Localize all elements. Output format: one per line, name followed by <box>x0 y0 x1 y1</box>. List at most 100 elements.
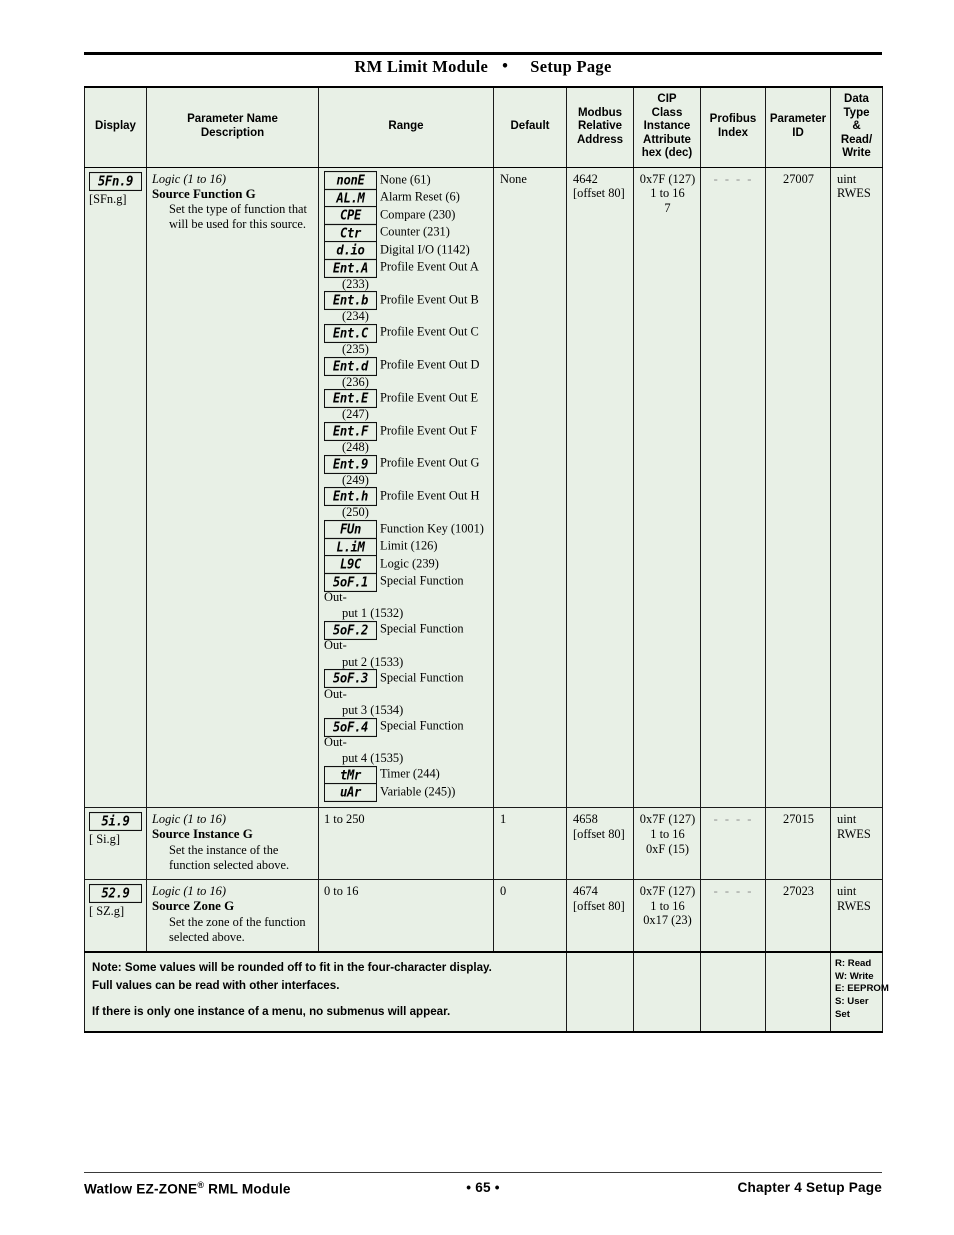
column-header-modbus: Modbus Relative Address <box>566 86 634 168</box>
page-title-module: RM Limit Module <box>354 57 489 76</box>
note-line-1: Note: Some values will be rounded off to… <box>92 961 492 975</box>
column-header-parameter-line2: Description <box>200 126 265 139</box>
range-option-code: Ent.h <box>324 487 377 507</box>
range-option-label: Profile Event Out F <box>380 423 478 438</box>
range-option: L.iM Limit (126) <box>324 537 489 557</box>
range-option-list: nonE None (61) AL.M Alarm Reset (6) CPE Compa… <box>324 170 489 803</box>
table-row: 5i.9[ Si.g] Logic (1 to 16) Source Instanc… <box>84 807 883 881</box>
parameter-id-value: 27015 <box>783 812 814 827</box>
range-option-continuation: put 1 (1532) <box>342 606 404 621</box>
range-option-code: d.io <box>324 240 377 261</box>
cell-range: nonE None (61) AL.M Alarm Reset (6) CPE Compa… <box>318 166 494 809</box>
datatype-value: uint <box>837 884 857 899</box>
parameter-id-value: 27007 <box>783 171 814 186</box>
display-code: 52.9 <box>89 884 142 904</box>
column-header-modbus-line1: Modbus <box>577 106 623 119</box>
column-header-profibus-line2: Index <box>717 126 749 139</box>
parameter-condition: Logic (1 to 16) <box>152 812 226 827</box>
cell-range: 1 to 250 <box>318 807 494 881</box>
parameter-description: Set the type of function that will be us… <box>169 202 307 232</box>
page-footer: Watlow EZ-ZONE® RML Module • 65 • Chapte… <box>84 1178 882 1200</box>
range-option-label: None (61) <box>380 172 431 186</box>
range-option-label: Compare (230) <box>380 207 456 221</box>
cell-parameter: Logic (1 to 16) Source Instance G Set the … <box>146 807 319 881</box>
display-code: 5Fn.9 <box>89 171 142 191</box>
legend-line: Set <box>835 1008 850 1020</box>
seven-segment-display: 52.9 <box>89 884 142 904</box>
column-header-cip-line2: Class <box>651 106 683 119</box>
range-option: Ent.F Profile Event Out F <box>324 421 489 442</box>
cell-modbus-address: 4658 [offset 80] <box>566 807 634 881</box>
cell-cip: 0x7F (127) 1 to 16 7 <box>633 166 701 809</box>
column-header-default: Default <box>493 86 567 168</box>
note-spacer <box>92 994 560 1003</box>
profibus-index-value: - - - - <box>713 812 754 827</box>
table-body: 5Fn.9 [SFn.g] Logic (1 to 16) Source Functi… <box>84 166 889 1033</box>
range-text: 0 to 16 <box>324 884 359 899</box>
range-option-continuation: (233) <box>342 276 369 291</box>
column-header-range-label: Range <box>388 120 424 132</box>
range-option: 5oF.2 Special Function Out- <box>324 620 489 654</box>
column-header-datatype-line3: & <box>852 120 861 132</box>
range-option: FUn Function Key (1001) <box>324 520 489 540</box>
range-option-label: Profile Event Out B <box>380 292 479 307</box>
header-rule <box>84 52 882 55</box>
range-option-code: tMr <box>324 765 377 785</box>
setup-parameter-table: Display Parameter Name Description Range … <box>84 86 889 1033</box>
range-option-label: Profile Event Out A <box>380 259 479 274</box>
range-option-code: Ctr <box>324 223 377 243</box>
cell-modbus-address: 4642 [offset 80] <box>566 166 634 809</box>
seven-segment-display: 5i.9 <box>89 812 142 832</box>
note-row-empty-modbus <box>566 951 634 1033</box>
cell-default: 1 <box>493 807 567 881</box>
range-option: Ctr Counter (231) <box>324 223 489 243</box>
range-option: 5oF.1 Special Function Out- <box>324 572 489 606</box>
range-option: CPE Compare (230) <box>324 205 489 226</box>
range-option-code: 5oF.3 <box>324 669 377 689</box>
range-option-label: Alarm Reset (6) <box>380 189 460 204</box>
column-header-cip: CIP Class Instance Attribute hex (dec) <box>633 86 701 168</box>
modbus-address: 4674 <box>573 884 598 899</box>
range-option: AL.M Alarm Reset (6) <box>324 188 489 208</box>
cell-modbus-address: 4674 [offset 80] <box>566 879 634 953</box>
page-title-section: Setup Page <box>530 57 612 76</box>
range-option: Ent.d Profile Event Out D <box>324 356 489 376</box>
note-line-2: Full values can be read with other inter… <box>92 978 340 992</box>
legend-line: W: Write <box>835 970 874 982</box>
range-option-code: Ent.C <box>324 323 377 343</box>
parameter-description: Set the instance of the function selecte… <box>169 842 290 873</box>
display-code-ascii: [ Si.g] <box>89 832 120 847</box>
range-option-code: 5oF.2 <box>324 620 377 640</box>
range-option-label: Profile Event Out E <box>380 390 479 405</box>
column-header-datatype-line4: Read/ <box>840 133 873 146</box>
table-header-row: Display Parameter Name Description Range … <box>84 86 883 168</box>
readwrite-value: RWES <box>837 826 871 841</box>
cip-line-2: 1 to 16 <box>650 898 685 913</box>
range-option-code: uAr <box>324 783 377 803</box>
parameter-name: Source Function G <box>152 186 256 201</box>
parameter-name: Source Instance G <box>152 827 253 842</box>
parameter-condition: Logic (1 to 16) <box>152 884 226 899</box>
cip-line-1: 0x7F (127) <box>639 812 696 827</box>
page-title-separator: • <box>502 56 509 75</box>
column-header-parameter-id-line2: ID <box>792 126 804 139</box>
parameter-name: Source Zone G <box>152 899 235 914</box>
readwrite-legend: R: Read W: Write E: EEPROM S: User Set <box>830 951 889 1033</box>
range-option-continuation: put 2 (1533) <box>342 654 404 669</box>
legend-line: E: EEPROM <box>835 983 889 995</box>
cip-line-3: 0xF (15) <box>645 841 690 856</box>
display-code-ascii: [ SZ.g] <box>89 904 125 919</box>
seven-segment-display: 5Fn.9 <box>89 171 142 191</box>
range-option-label: Counter (231) <box>380 224 450 239</box>
cell-display: 52.9[ SZ.g] <box>84 879 147 953</box>
document-page: RM Limit Module • Setup Page Display Param… <box>0 0 954 1235</box>
datatype-value: uint <box>837 812 857 827</box>
range-option-label: Profile Event Out D <box>380 357 480 372</box>
range-option-continuation: put 3 (1534) <box>342 702 404 717</box>
range-option-label: Function Key (1001) <box>380 521 484 536</box>
column-header-cip-line1: CIP <box>657 93 677 105</box>
column-header-cip-line3: Instance <box>643 120 691 132</box>
column-header-parameter: Parameter Name Description <box>146 86 319 168</box>
parameter-description: Set the zone of the function selected ab… <box>169 914 306 944</box>
cell-cip: 0x7F (127) 1 to 16 0xF (15) <box>633 807 701 881</box>
